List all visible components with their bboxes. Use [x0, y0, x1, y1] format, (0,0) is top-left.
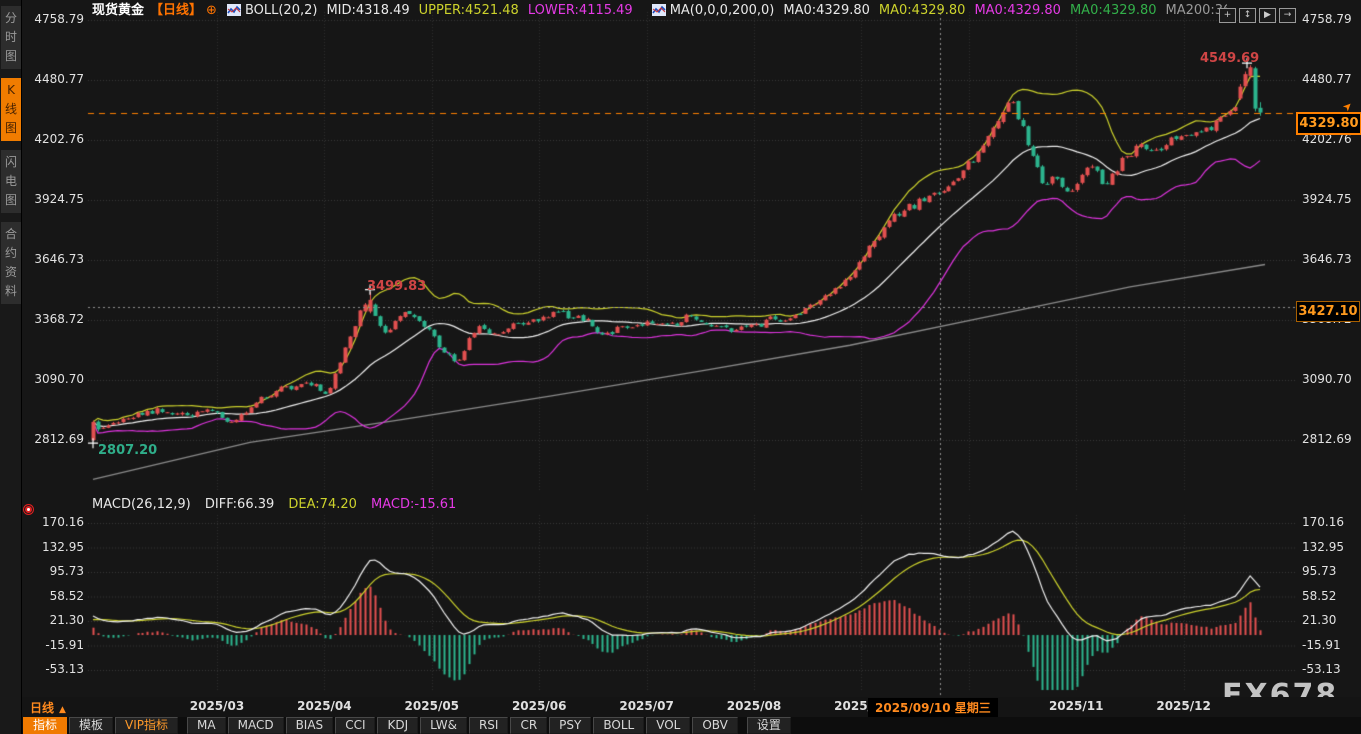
macd-axis-right-label: 170.16 — [1302, 515, 1344, 529]
macd-axis-left-label: 21.30 — [20, 613, 84, 627]
boll-legend: BOLL(20,2) MID:4318.49 UPPER:4521.48 LOWER:… — [245, 3, 642, 18]
macd-axis-right-label: -53.13 — [1302, 662, 1341, 676]
april-high-annotation: 3499.83 — [367, 279, 426, 294]
toolbar-button-BIAS[interactable]: BIAS — [286, 717, 334, 734]
month-label: 2025/12 — [1156, 699, 1210, 713]
toolbar-button-MA[interactable]: MA — [187, 717, 226, 734]
ma_items-item: MA0:4329.80 — [1070, 3, 1157, 18]
month-label: 2025/07 — [619, 699, 673, 713]
symbol-title: 现货黄金 — [92, 3, 144, 18]
pane-marker-icon[interactable] — [23, 504, 34, 515]
mini-chart-icon[interactable] — [227, 4, 241, 16]
price-axis-left-label: 3924.75 — [20, 192, 84, 206]
boll_items-item: UPPER:4521.48 — [419, 3, 519, 18]
boll_items-item: LOWER:4115.49 — [528, 3, 633, 18]
toolbar-button-BOLL[interactable]: BOLL — [593, 717, 644, 734]
ma_items-item: MA(0,0,0,200,0) — [670, 3, 775, 18]
toolbar-button-CR[interactable]: CR — [510, 717, 547, 734]
month-label: 2025/03 — [190, 699, 244, 713]
crosshair-date-tooltip: 2025/09/10 星期三 — [868, 698, 998, 717]
month-label: 2025/05 — [405, 699, 459, 713]
toolbar-button-PSY[interactable]: PSY — [549, 717, 591, 734]
boll_items-item: BOLL(20,2) — [245, 3, 318, 18]
price-axis-left-label: 4202.76 — [20, 132, 84, 146]
toolbar-button-LW&[interactable]: LW& — [420, 717, 467, 734]
ma_items-item: MA0:4329.80 — [974, 3, 1061, 18]
price-axis-right-label: 4758.79 — [1302, 12, 1352, 26]
toolbar-button-RSI[interactable]: RSI — [469, 717, 509, 734]
price-axis-left-label: 4480.77 — [20, 72, 84, 86]
toolbar-button-CCI[interactable]: CCI — [335, 717, 375, 734]
toolbar-button-模板[interactable]: 模板 — [69, 717, 113, 734]
price-axis-left-label: 3646.73 — [20, 252, 84, 266]
sidebar-tab-3[interactable]: 闪 电 图 — [1, 150, 21, 213]
period-tag: 【日线】 — [150, 3, 202, 18]
start-low-annotation: 2807.20 — [98, 443, 157, 458]
boll_items-item: MID:4318.49 — [326, 3, 409, 18]
macd-legend: MACD(26,12,9) DIFF:66.39 DEA:74.20 MACD:… — [92, 497, 466, 512]
price-axis-right-label: 2812.69 — [1302, 432, 1352, 446]
sidebar-tab-2[interactable]: K 线 图 — [1, 78, 21, 141]
macd-axis-left-label: 58.52 — [20, 589, 84, 603]
candlestick-chart-canvas[interactable] — [0, 0, 1361, 734]
macd-axis-right-label: 132.95 — [1302, 540, 1344, 554]
macd-axis-left-label: -15.91 — [20, 638, 84, 652]
month-label: 2025/06 — [512, 699, 566, 713]
scale-vertical-icon[interactable]: ↕ — [1239, 8, 1256, 23]
sidebar-tab-4[interactable]: 合 约 资 料 — [1, 222, 21, 304]
month-label: 2025/08 — [727, 699, 781, 713]
macd-axis-left-label: 170.16 — [20, 515, 84, 529]
toolbar-button-KDJ[interactable]: KDJ — [377, 717, 418, 734]
price-axis-right-label: 3090.70 — [1302, 372, 1352, 386]
indicator-legend-bar: 现货黄金【日线】 ⊕ BOLL(20,2) MID:4318.49 UPPER:4521… — [22, 0, 1227, 21]
period-dropdown[interactable]: 日线▲ — [30, 699, 66, 716]
time-axis-row: 日线▲ 2025/03 2025/04 2025/05 2025/06 2025/07 2… — [22, 697, 1361, 717]
macd-axis-left-label: 132.95 — [20, 540, 84, 554]
macd-axis-right-label: -15.91 — [1302, 638, 1341, 652]
add-indicator-icon[interactable]: ⊕ — [206, 3, 217, 18]
current-price-label: 4329.80 — [1296, 112, 1361, 135]
ma_items-item: MA0:4329.80 — [879, 3, 966, 18]
crosshair-price-label: 3427.10 — [1296, 301, 1360, 322]
macd-diff-value: DIFF:66.39 — [205, 497, 274, 512]
chart-window-controls: +↕▶→ — [1216, 2, 1296, 23]
jump-to-latest-icon[interactable]: → — [1279, 8, 1296, 23]
month-label: 2025/04 — [297, 699, 351, 713]
price-axis-left-label: 2812.69 — [20, 432, 84, 446]
price-axis-left-label: 3368.72 — [20, 312, 84, 326]
move-chart-icon[interactable]: + — [1219, 8, 1236, 23]
price-axis-right-label: 4480.77 — [1302, 72, 1352, 86]
dropdown-arrow-icon: ▲ — [59, 705, 66, 715]
macd-name: MACD(26,12,9) — [92, 497, 191, 512]
toolbar-button-OBV[interactable]: OBV — [692, 717, 738, 734]
macd-axis-right-label: 95.73 — [1302, 564, 1336, 578]
macd-axis-right-label: 21.30 — [1302, 613, 1336, 627]
macd-axis-left-label: 95.73 — [20, 564, 84, 578]
macd-dea-value: DEA:74.20 — [288, 497, 357, 512]
left-sidebar: 分 时 图 K 线 图闪 电 图合 约 资 料 — [0, 0, 22, 734]
toolbar-button-设置[interactable]: 设置 — [747, 717, 791, 734]
price-axis-right-label: 3924.75 — [1302, 192, 1352, 206]
sidebar-tab-1[interactable]: 分 时 图 — [1, 6, 21, 69]
month-label: 2025/11 — [1049, 699, 1103, 713]
toolbar-button-指标[interactable]: 指标 — [23, 717, 67, 734]
macd-axis-right-label: 58.52 — [1302, 589, 1336, 603]
december-high-annotation: 4549.69 — [1200, 51, 1259, 66]
price-axis-left-label: 3090.70 — [20, 372, 84, 386]
toolbar-button-MACD[interactable]: MACD — [228, 717, 284, 734]
toolbar-button-VOL[interactable]: VOL — [646, 717, 690, 734]
price-axis-right-label: 3646.73 — [1302, 252, 1352, 266]
autoplay-icon[interactable]: ▶ — [1259, 8, 1276, 23]
trading-app: 分 时 图 K 线 图闪 电 图合 约 资 料 现货黄金【日线】 ⊕ BOLL(20,… — [0, 0, 1361, 734]
ma_items-item: MA0:4329.80 — [783, 3, 870, 18]
indicator-toolbar: 指标模板VIP指标 MAMACDBIASCCIKDJLW&RSICRPSYBOLL… — [22, 717, 1361, 734]
macd-value: MACD:-15.61 — [371, 497, 456, 512]
mini-chart-icon[interactable] — [652, 4, 666, 16]
macd-axis-left-label: -53.13 — [20, 662, 84, 676]
toolbar-button-VIP指标[interactable]: VIP指标 — [115, 717, 178, 734]
ma-legend: MA(0,0,0,200,0) MA0:4329.80 MA0:4329.80 MA0… — [670, 3, 1227, 18]
